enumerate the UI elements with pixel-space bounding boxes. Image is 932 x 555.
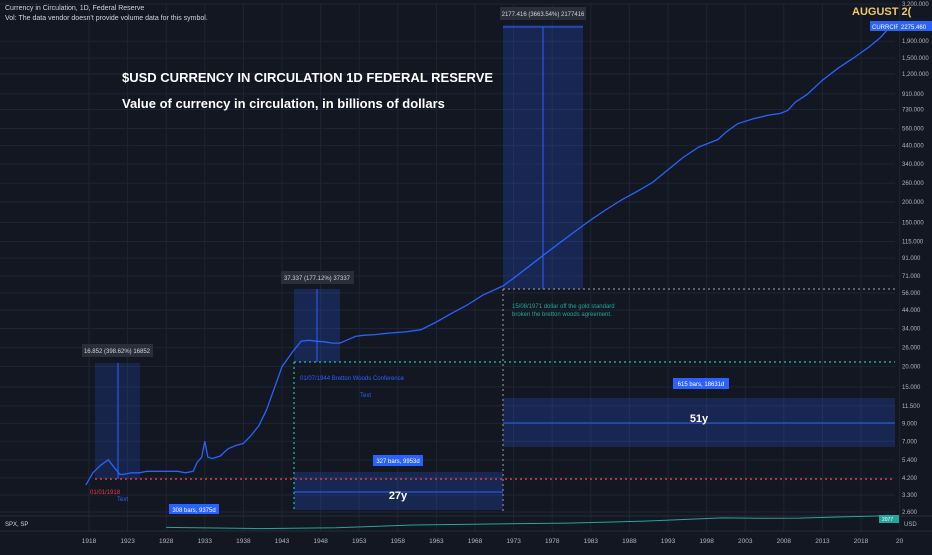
x-tick-label: 1973	[506, 538, 521, 545]
x-tick-label: 20	[896, 538, 904, 545]
x-tick-label: 1933	[198, 538, 213, 545]
y-tick-label: 260.000	[902, 181, 924, 187]
x-tick-label: 1943	[275, 538, 290, 545]
range-label-1971: 2177.416 (3663.54%) 2177416	[502, 12, 585, 18]
y-tick-label: 1,500.000	[902, 56, 929, 62]
x-tick-label: 1938	[236, 538, 251, 545]
y-tick-label: 2.600	[902, 510, 918, 516]
y-tick-label: 91.000	[902, 256, 921, 262]
gold-standard-note-2[interactable]: broken the bretton woods agreement.	[512, 312, 612, 318]
subheadline[interactable]: Value of currency in circulation, in bil…	[122, 96, 445, 111]
x-tick-label: 2013	[815, 538, 830, 545]
x-tick-label: 1958	[391, 538, 406, 545]
bars-label-1: 308 bars, 9375d	[172, 508, 215, 514]
gold-standard-note-1[interactable]: 15/08/1971 dollar off the gold standard	[512, 304, 615, 310]
y-tick-label: 1,900.000	[902, 39, 929, 45]
bretton-woods-text[interactable]: Text	[360, 393, 371, 399]
chart-title: Currency in Circulation, 1D, Federal Res…	[5, 5, 144, 12]
y-tick-label: 560.000	[902, 126, 924, 132]
y-tick-label: 15.000	[902, 385, 921, 391]
x-tick-label: 1948	[313, 538, 328, 545]
x-tick-label: 1918	[82, 538, 97, 545]
x-tick-label: 2003	[738, 538, 753, 545]
last-value: 2275.460	[901, 25, 927, 31]
x-tick-label: 2018	[854, 538, 869, 545]
y-tick-label: 44.000	[902, 308, 921, 314]
y-tick-label: 730.000	[902, 108, 924, 114]
y-tick-label: 26.000	[902, 346, 921, 352]
y-tick-label: 71.000	[902, 274, 921, 280]
y-tick-label: 11.500	[902, 404, 921, 410]
y-tick-label: 150.000	[902, 220, 924, 226]
y-tick-label: 200.000	[902, 200, 924, 206]
x-tick-label: 1978	[545, 538, 560, 545]
chart-stage: 3,200.000 1,900.000 1,500.000 1,200.000 910.…	[0, 0, 932, 550]
x-tick-label: 1983	[584, 538, 599, 545]
y-tick-label: 340.000	[902, 162, 924, 168]
bretton-woods-note[interactable]: 01/07/1944 Bretton Woods Conference	[300, 376, 405, 382]
x-tick-label: 1963	[429, 538, 444, 545]
x-tick-label: 1988	[622, 538, 637, 545]
range-label-1918: 16.852 (398.62%) 16852	[84, 349, 151, 355]
x-tick-label: 2008	[777, 538, 792, 545]
x-tick-label: 1968	[468, 538, 483, 545]
y-tick-label: 20.000	[902, 364, 921, 370]
y-tick-label: 56.000	[902, 291, 921, 297]
x-tick-label: 1953	[352, 538, 367, 545]
x-tick-label: 1993	[661, 538, 676, 545]
subpane-legend: SPX, SP	[5, 522, 28, 528]
y-tick-label: 3.300	[902, 493, 918, 499]
y-tick-label: 34.000	[902, 326, 921, 332]
x-tick-label: 1923	[120, 538, 135, 545]
y-tick-label: 1,200.000	[902, 72, 929, 78]
y-tick-label: 7.000	[902, 439, 918, 445]
y-tick-label: 4.200	[902, 476, 918, 482]
span-label-51y: 51y	[690, 413, 709, 425]
y-tick-label: 910.000	[902, 92, 924, 98]
bars-label-2: 327 bars, 9953d	[376, 459, 419, 465]
x-tick-label: 1998	[699, 538, 714, 545]
subpane-badge: 2077	[882, 517, 893, 523]
symbol-tag: CURRCIR	[872, 25, 900, 31]
y-tick-label: 5.400	[902, 458, 918, 464]
range-label-1944: 37.337 (177.12%) 37337	[284, 276, 351, 282]
y-tick-label: 115.000	[902, 239, 924, 245]
date-1918-text[interactable]: Text	[117, 497, 128, 503]
corner-date-label: AUGUST 2(	[852, 6, 912, 18]
volume-note: Vol: The data vendor doesn't provide vol…	[5, 15, 208, 22]
y-tick-label: 9.000	[902, 421, 918, 427]
y-tick-label: 440.000	[902, 144, 924, 150]
bars-label-3: 615 bars, 18631d	[678, 382, 725, 388]
subpane-usd: USD	[904, 522, 917, 528]
chart-canvas[interactable]: 3,200.0001,900.0001,500.0001,200.000910.…	[0, 0, 932, 550]
span-label-27y: 27y	[389, 490, 408, 502]
headline[interactable]: $USD CURRENCY IN CIRCULATION 1D FEDERAL …	[122, 70, 493, 85]
x-tick-label: 1928	[159, 538, 174, 545]
date-1918-label[interactable]: 01/01/1918	[90, 490, 121, 496]
